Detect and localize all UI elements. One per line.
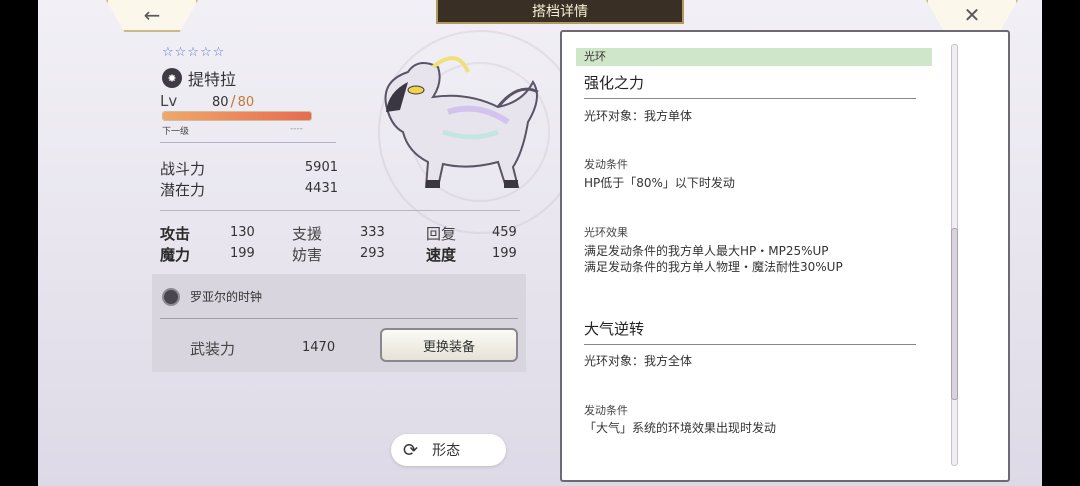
divider xyxy=(584,344,916,345)
aura-title: 强化之力 xyxy=(584,74,645,92)
stat-label: 攻击 xyxy=(160,225,191,243)
rotate-icon: ⟳ xyxy=(403,439,419,461)
stat-label: 妨害 xyxy=(292,246,323,264)
stat-value: 199 xyxy=(492,246,517,261)
stat-magic: 魔力 199 xyxy=(160,244,255,265)
stat-value: 293 xyxy=(360,246,385,261)
armament-label: 武装力 xyxy=(190,340,236,358)
stat-attack: 攻击 130 xyxy=(160,223,255,244)
pet-name-row: ✸ 提特拉 xyxy=(162,66,236,90)
aura-title: 大气逆转 xyxy=(584,320,645,338)
level-separator: / xyxy=(230,92,236,110)
pet-name: 提特拉 xyxy=(188,70,237,89)
page-title: 搭档详情 xyxy=(436,0,684,24)
stat-label: 速度 xyxy=(426,246,457,264)
combat-power-value: 5901 xyxy=(304,160,338,175)
clock-icon xyxy=(162,288,180,306)
stat-value: 459 xyxy=(492,225,517,240)
effect-line: 满足发动条件的我方单人最大HP・MP25%UP xyxy=(584,244,829,258)
aura-panel[interactable]: 光环 强化之力 光环对象：我方单体 发动条件 HP低于「80%」以下时发动 光环… xyxy=(560,30,1010,482)
exp-bar xyxy=(162,111,312,121)
element-icon: ✸ xyxy=(162,68,182,88)
stat-value: 333 xyxy=(360,225,385,240)
potential-row: 潜在力 4431 xyxy=(160,179,338,200)
form-label: 形态 xyxy=(432,443,461,459)
next-level-label: 下一级 xyxy=(162,127,190,137)
combat-power-row: 战斗力 5901 xyxy=(160,158,338,179)
condition-text: 「大气」系统的环境效果出现时发动 xyxy=(584,421,777,435)
combat-power-label: 战斗力 xyxy=(160,160,206,178)
stat-recovery: 回复 459 xyxy=(426,223,517,244)
level-row: Lv 80 / 80 xyxy=(160,92,254,110)
stat-value: 130 xyxy=(230,225,255,240)
stat-hinder: 妨害 293 xyxy=(292,244,385,265)
next-level-value: ---- xyxy=(290,124,303,134)
effect-label: 光环效果 xyxy=(584,226,628,239)
equipment-panel: 罗亚尔的时钟 武装力 1470 更换装备 xyxy=(152,274,526,372)
armament-value: 1470 xyxy=(302,340,336,355)
condition-label: 发动条件 xyxy=(584,404,628,417)
level-max: 80 xyxy=(237,95,255,110)
game-screen: ← 搭档详情 ✕ ☆☆☆☆☆ ✸ 提特拉 Lv 80 / 80 下一级 ----… xyxy=(38,0,1042,486)
divider xyxy=(160,318,518,319)
back-button[interactable]: ← xyxy=(106,0,198,32)
stat-label: 魔力 xyxy=(160,246,191,264)
stat-speed: 速度 199 xyxy=(426,244,517,265)
close-icon: ✕ xyxy=(963,3,981,27)
aura-header: 光环 xyxy=(576,48,932,66)
stat-value: 199 xyxy=(230,246,255,261)
stat-support: 支援 333 xyxy=(292,223,385,244)
exp-bar-fill xyxy=(163,112,311,120)
stat-label: 回复 xyxy=(426,225,457,243)
back-arrow-icon: ← xyxy=(143,3,161,27)
form-toggle-button[interactable]: ⟳ 形态 xyxy=(391,434,506,466)
level-current: 80 xyxy=(212,95,229,110)
close-button[interactable]: ✕ xyxy=(926,0,1018,32)
pet-illustration xyxy=(384,56,539,188)
divider xyxy=(160,142,336,143)
divider xyxy=(160,210,520,211)
aura-target: 光环对象：我方单体 xyxy=(584,109,693,123)
effect-line: 满足发动条件的我方单人物理・魔法耐性30%UP xyxy=(584,260,843,274)
potential-value: 4431 xyxy=(304,181,338,196)
aura-target: 光环对象：我方全体 xyxy=(584,354,693,368)
stat-label: 支援 xyxy=(292,225,323,243)
divider xyxy=(584,98,916,99)
change-equipment-button[interactable]: 更换装备 xyxy=(380,328,518,362)
equipment-name: 罗亚尔的时钟 xyxy=(190,290,263,304)
condition-text: HP低于「80%」以下时发动 xyxy=(584,176,735,190)
level-label: Lv xyxy=(160,92,178,110)
scrollbar-thumb[interactable] xyxy=(951,228,958,400)
condition-label: 发动条件 xyxy=(584,158,628,171)
potential-label: 潜在力 xyxy=(160,181,206,199)
rarity-stars: ☆☆☆☆☆ xyxy=(162,45,226,60)
